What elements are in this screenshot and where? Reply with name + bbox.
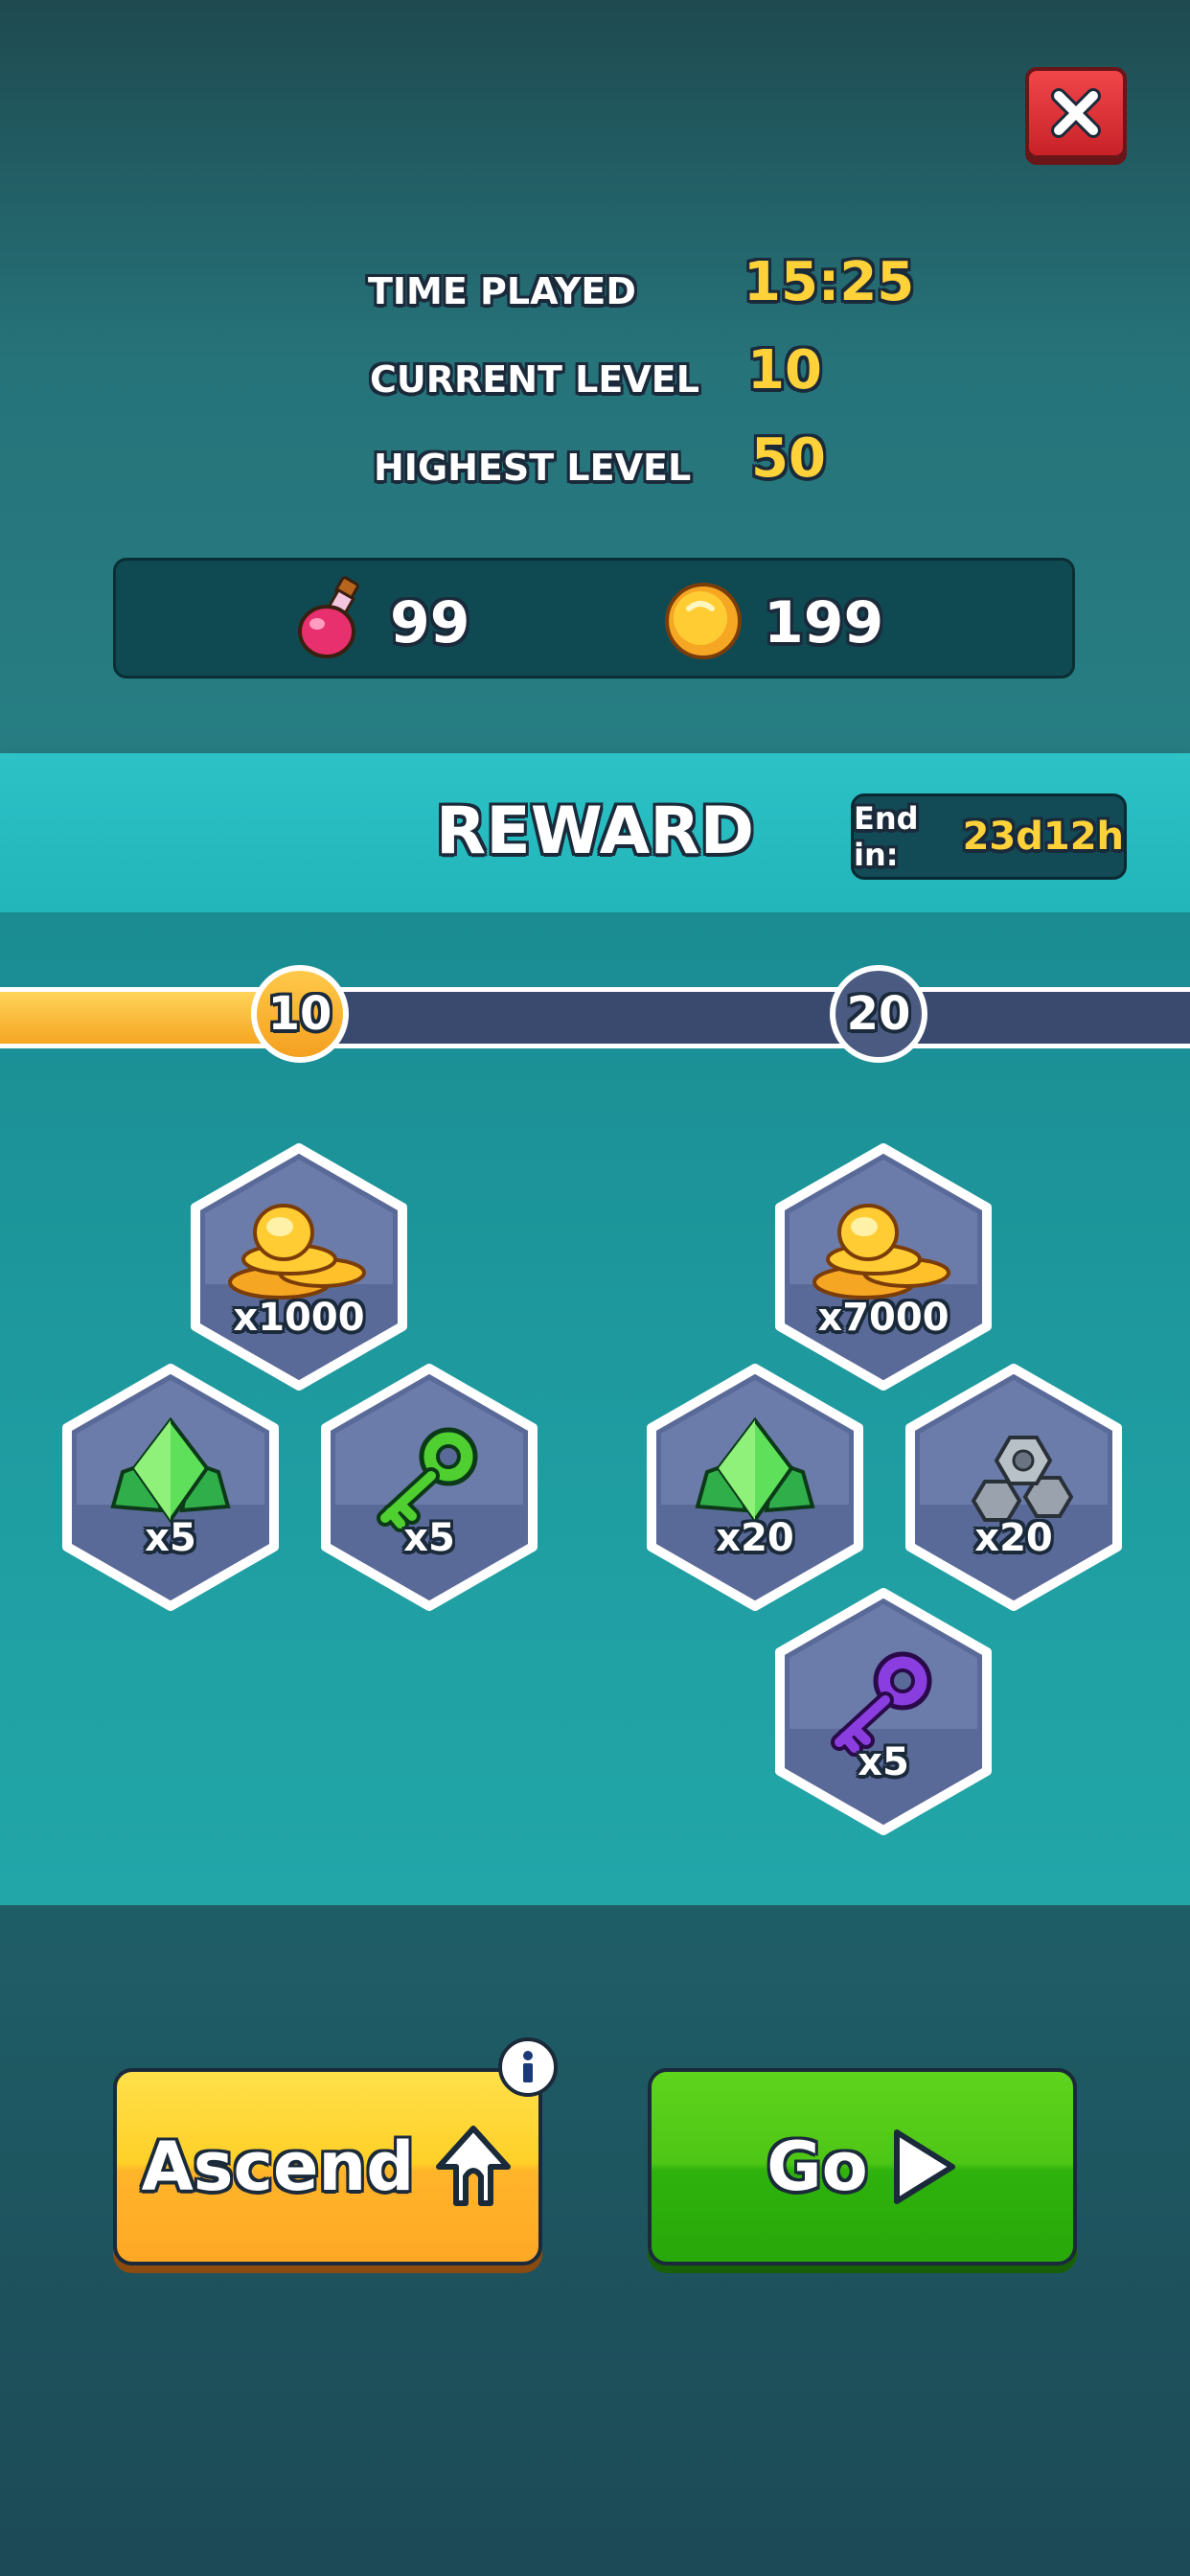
gem-icon [110,1416,231,1524]
potion-icon [298,576,359,658]
coin-icon [665,583,742,659]
info-icon [523,2051,533,2082]
reward-qty: x7000 [817,1296,950,1340]
milestone-20: 20 [830,965,927,1063]
highest-level-value: 50 [751,427,826,490]
reward-qty: x20 [716,1516,794,1560]
info-button[interactable] [498,2037,558,2097]
progress-track [0,987,1190,1048]
close-icon [1051,88,1101,138]
reward-green-key-5[interactable]: x5 [314,1361,544,1614]
ascend-arrow-icon [436,2126,512,2206]
reward-qty: x5 [858,1740,909,1784]
reward-gems-5[interactable]: x5 [56,1361,286,1614]
gem-icon [695,1416,815,1524]
end-label: End in: [854,800,919,873]
reward-purple-key-5[interactable]: x5 [768,1585,998,1838]
current-level-label: CURRENT LEVEL [370,358,699,401]
milestone-10: 10 [251,965,349,1063]
reward-qty: x5 [145,1516,196,1560]
reward-gems-20[interactable]: x20 [640,1361,870,1614]
potion-count: 99 [390,589,470,656]
reward-qty: x5 [403,1516,455,1560]
end-value: 23d12h [962,815,1124,859]
reward-qty: x1000 [233,1296,365,1340]
time-played-label: TIME PLAYED [368,270,636,312]
reward-coins-7000[interactable]: x7000 [768,1140,998,1393]
coin-count: 199 [764,589,884,656]
reward-nuts-20[interactable]: x20 [899,1361,1129,1614]
end-timer-badge: End in: 23d12h [851,794,1127,880]
time-played-value: 15:25 [744,251,915,313]
play-icon [893,2129,955,2204]
go-button[interactable]: Go [648,2068,1077,2266]
ascend-label: Ascend [141,2128,415,2206]
reward-header: REWARD End in: 23d12h [0,753,1190,912]
current-level-value: 10 [747,339,822,402]
reward-coins-1000[interactable]: x1000 [184,1140,414,1393]
close-button[interactable] [1025,67,1127,159]
highest-level-label: HIGHEST LEVEL [374,447,692,489]
currency-panel: 99 199 [113,558,1075,678]
go-label: Go [767,2128,868,2206]
ascend-button[interactable]: Ascend [113,2068,542,2266]
reward-qty: x20 [974,1516,1053,1560]
